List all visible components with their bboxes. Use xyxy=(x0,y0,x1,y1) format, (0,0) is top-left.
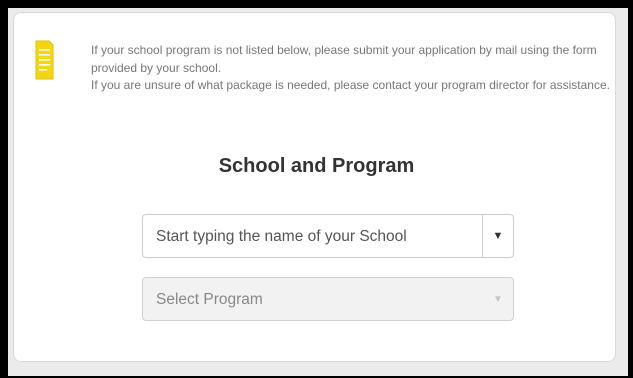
notice-line-mail: If your school program is not listed bel… xyxy=(91,43,597,75)
program-dropdown-toggle: ▼ xyxy=(483,278,513,320)
triangle-down-icon: ▼ xyxy=(493,293,503,305)
note-icon xyxy=(35,40,54,80)
notice-text: If your school program is not listed bel… xyxy=(91,42,611,95)
notice-line-contact: If you are unsure of what package is nee… xyxy=(91,78,610,92)
school-select-placeholder: Start typing the name of your School xyxy=(156,228,407,245)
school-select[interactable]: Start typing the name of your School ▼ xyxy=(142,214,514,258)
school-dropdown-toggle[interactable]: ▼ xyxy=(482,215,513,257)
section-title: School and Program xyxy=(218,155,415,177)
triangle-down-icon: ▼ xyxy=(492,230,504,242)
program-select-placeholder: Select Program xyxy=(156,291,263,308)
program-select[interactable]: Select Program ▼ xyxy=(142,277,514,321)
